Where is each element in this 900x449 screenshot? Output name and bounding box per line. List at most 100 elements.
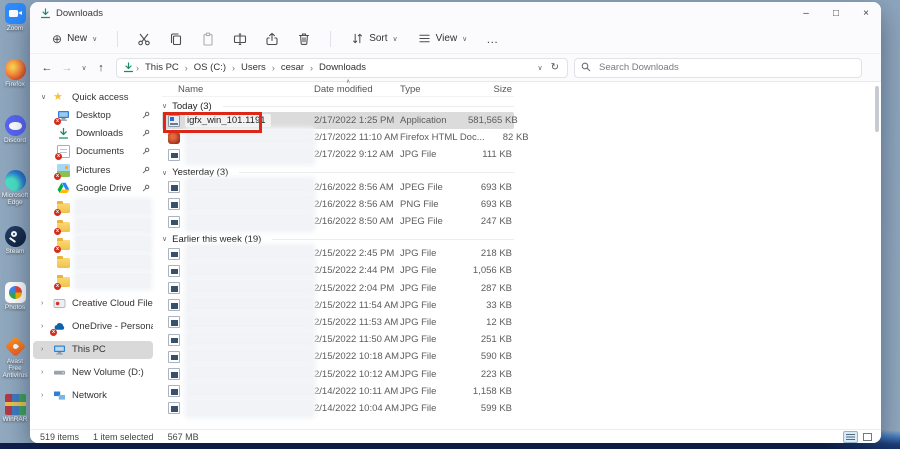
sidebar-item-network[interactable]: › Network bbox=[33, 387, 153, 405]
column-size[interactable]: Size bbox=[468, 84, 512, 95]
file-date: 2/15/2022 2:44 PM bbox=[314, 265, 395, 277]
column-type[interactable]: Type bbox=[400, 84, 468, 95]
sidebar-item-redacted-folder[interactable]: x bbox=[33, 272, 153, 290]
chevron-collapsed-icon[interactable]: › bbox=[41, 346, 53, 353]
window-tab[interactable]: Downloads bbox=[40, 8, 103, 19]
shortcut-steam[interactable]: Steam bbox=[0, 226, 30, 255]
file-row[interactable]: 2/17/2022 9:12 AM JPG File 111 KB bbox=[162, 146, 514, 163]
file-row[interactable]: 2/15/2022 11:50 AM JPG File 251 KB bbox=[162, 331, 514, 348]
rename-button[interactable] bbox=[226, 28, 254, 50]
shortcut-firefox[interactable]: Firefox bbox=[0, 59, 30, 88]
sidebar-item-creative-cloud[interactable]: › Creative Cloud Files bbox=[33, 295, 153, 313]
shortcut-zoom[interactable]: Zoom bbox=[0, 3, 30, 32]
group-header-earlier-this-week[interactable]: ∨ Earlier this week (19) bbox=[162, 233, 514, 245]
back-button[interactable]: ← bbox=[38, 62, 56, 74]
sidebar-item-redacted-folder[interactable]: x bbox=[33, 198, 153, 217]
file-size: 1,056 KB bbox=[472, 265, 512, 277]
crumb-downloads[interactable]: Downloads bbox=[315, 62, 370, 73]
cut-button[interactable] bbox=[130, 28, 158, 50]
redacted-file-name bbox=[187, 280, 313, 297]
copy-button[interactable] bbox=[162, 28, 190, 50]
group-header-yesterday[interactable]: ∨ Yesterday (3) bbox=[162, 167, 514, 179]
file-row[interactable]: 2/17/2022 11:10 AM Firefox HTML Doc... 8… bbox=[162, 129, 529, 146]
recent-locations-button[interactable]: ∨ bbox=[78, 64, 90, 72]
address-dropdown-button[interactable]: ∨ bbox=[533, 64, 546, 72]
chevron-collapsed-icon[interactable]: › bbox=[41, 300, 53, 307]
search-box[interactable] bbox=[574, 57, 862, 78]
crumb-users[interactable]: Users bbox=[237, 62, 270, 73]
column-name[interactable]: Name bbox=[162, 84, 314, 95]
shortcut-photos[interactable]: Photos bbox=[0, 282, 30, 311]
sidebar-item-pictures[interactable]: x Pictures bbox=[33, 161, 153, 180]
group-header-today[interactable]: ∨ Today (3) bbox=[162, 100, 514, 112]
sidebar-item-redacted-folder[interactable]: x bbox=[33, 235, 153, 253]
sidebar-item-new-volume[interactable]: › New Volume (D:) bbox=[33, 364, 153, 382]
crumb-this-pc[interactable]: This PC bbox=[141, 62, 183, 73]
file-name-cell bbox=[162, 383, 314, 400]
refresh-button[interactable]: ↻ bbox=[549, 62, 561, 73]
close-button[interactable]: × bbox=[851, 2, 881, 24]
file-type: JPG File bbox=[400, 351, 437, 363]
file-row[interactable]: 2/15/2022 2:44 PM JPG File 1,056 KB bbox=[162, 262, 514, 279]
sidebar-item-downloads[interactable]: Downloads bbox=[33, 124, 153, 142]
column-date-modified[interactable]: ∧ Date modified bbox=[314, 79, 400, 95]
file-row[interactable]: 2/16/2022 8:56 AM JPEG File 693 KB bbox=[162, 179, 514, 196]
shortcut-edge[interactable]: Microsoft Edge bbox=[0, 170, 30, 206]
file-row[interactable]: 2/14/2022 10:04 AM JPG File 599 KB bbox=[162, 400, 514, 417]
view-button[interactable]: View ∨ bbox=[410, 28, 476, 49]
sort-button[interactable]: Sort ∨ bbox=[343, 28, 405, 49]
file-row[interactable]: 2/15/2022 10:12 AM JPG File 223 KB bbox=[162, 365, 514, 383]
file-date: 2/15/2022 2:04 PM bbox=[314, 282, 395, 294]
file-row[interactable]: 2/14/2022 10:11 AM JPG File 1,158 KB bbox=[162, 383, 514, 400]
chevron-expanded-icon[interactable]: ∨ bbox=[41, 93, 53, 101]
file-date: 2/15/2022 10:18 AM bbox=[314, 351, 400, 363]
crumb-cesar[interactable]: cesar bbox=[277, 62, 308, 73]
title-bar[interactable]: Downloads – □ × bbox=[30, 2, 881, 24]
sidebar-item-documents[interactable]: x Documents bbox=[33, 143, 153, 161]
file-row[interactable]: 2/15/2022 2:04 PM JPG File 287 KB bbox=[162, 280, 514, 297]
scrollbar-thumb[interactable] bbox=[875, 86, 879, 132]
chevron-collapsed-icon[interactable]: › bbox=[41, 369, 53, 376]
search-icon bbox=[581, 62, 591, 72]
file-list-pane: Name ∧ Date modified Type Size ∨ Today (… bbox=[156, 79, 881, 429]
scissors-icon bbox=[138, 33, 150, 45]
file-row[interactable]: 2/15/2022 2:45 PM JPG File 218 KB bbox=[162, 245, 514, 262]
minimize-button[interactable]: – bbox=[791, 2, 821, 24]
image-file-icon bbox=[168, 299, 180, 312]
maximize-button[interactable]: □ bbox=[821, 2, 851, 24]
file-row[interactable]: 2/16/2022 8:50 AM JPEG File 247 KB bbox=[162, 213, 514, 230]
sidebar-item-quick-access[interactable]: ∨ ★ Quick access bbox=[33, 88, 153, 106]
sidebar-item-this-pc[interactable]: › This PC bbox=[33, 340, 153, 359]
up-button[interactable]: ↑ bbox=[92, 62, 110, 74]
shortcut-discord[interactable]: Discord bbox=[0, 115, 30, 144]
onedrive-cloud-icon: x bbox=[50, 320, 66, 337]
search-input[interactable] bbox=[574, 57, 862, 78]
file-row[interactable]: 2/16/2022 8:56 AM PNG File 693 KB bbox=[162, 196, 514, 213]
sidebar-item-desktop[interactable]: x Desktop bbox=[33, 106, 153, 125]
address-bar: ← → ∨ ↑ › This PC › OS (C:) › Users › ce… bbox=[30, 54, 881, 82]
sidebar-item-redacted-folder[interactable] bbox=[33, 253, 153, 271]
file-row-selected[interactable]: igfx_win_101.1191 2/17/2022 1:25 PM Appl… bbox=[162, 111, 518, 133]
delete-button[interactable] bbox=[290, 28, 318, 50]
file-date: 2/15/2022 11:53 AM bbox=[314, 316, 399, 328]
new-button[interactable]: ⊕ New ∨ bbox=[44, 28, 105, 50]
share-button[interactable] bbox=[258, 28, 286, 50]
forward-button[interactable]: → bbox=[58, 62, 76, 74]
shortcut-avast[interactable]: Avast Free Antivirus bbox=[0, 335, 30, 379]
more-options-button[interactable]: … bbox=[479, 28, 506, 50]
thumbnails-view-button[interactable] bbox=[860, 431, 875, 443]
breadcrumb[interactable]: › This PC › OS (C:) › Users › cesar › Do… bbox=[116, 57, 568, 78]
sidebar-item-redacted-folder[interactable]: x bbox=[33, 216, 153, 235]
crumb-os-c[interactable]: OS (C:) bbox=[190, 62, 230, 73]
sidebar-item-google-drive[interactable]: Google Drive bbox=[33, 180, 153, 198]
file-type: JPG File bbox=[400, 368, 437, 380]
file-row[interactable]: 2/15/2022 10:18 AM JPG File 590 KB bbox=[162, 348, 514, 365]
crumb-separator-icon: › bbox=[310, 62, 314, 73]
paste-button[interactable] bbox=[194, 28, 222, 50]
file-row[interactable]: 2/15/2022 11:53 AM JPG File 12 KB bbox=[162, 314, 514, 331]
details-view-button[interactable] bbox=[843, 430, 858, 443]
file-row[interactable]: 2/15/2022 11:54 AM JPG File 33 KB bbox=[162, 297, 514, 314]
sidebar-item-onedrive[interactable]: › x OneDrive - Personal bbox=[33, 318, 153, 337]
shortcut-winrar[interactable]: WinRAR bbox=[0, 394, 30, 423]
chevron-collapsed-icon[interactable]: › bbox=[41, 392, 53, 399]
